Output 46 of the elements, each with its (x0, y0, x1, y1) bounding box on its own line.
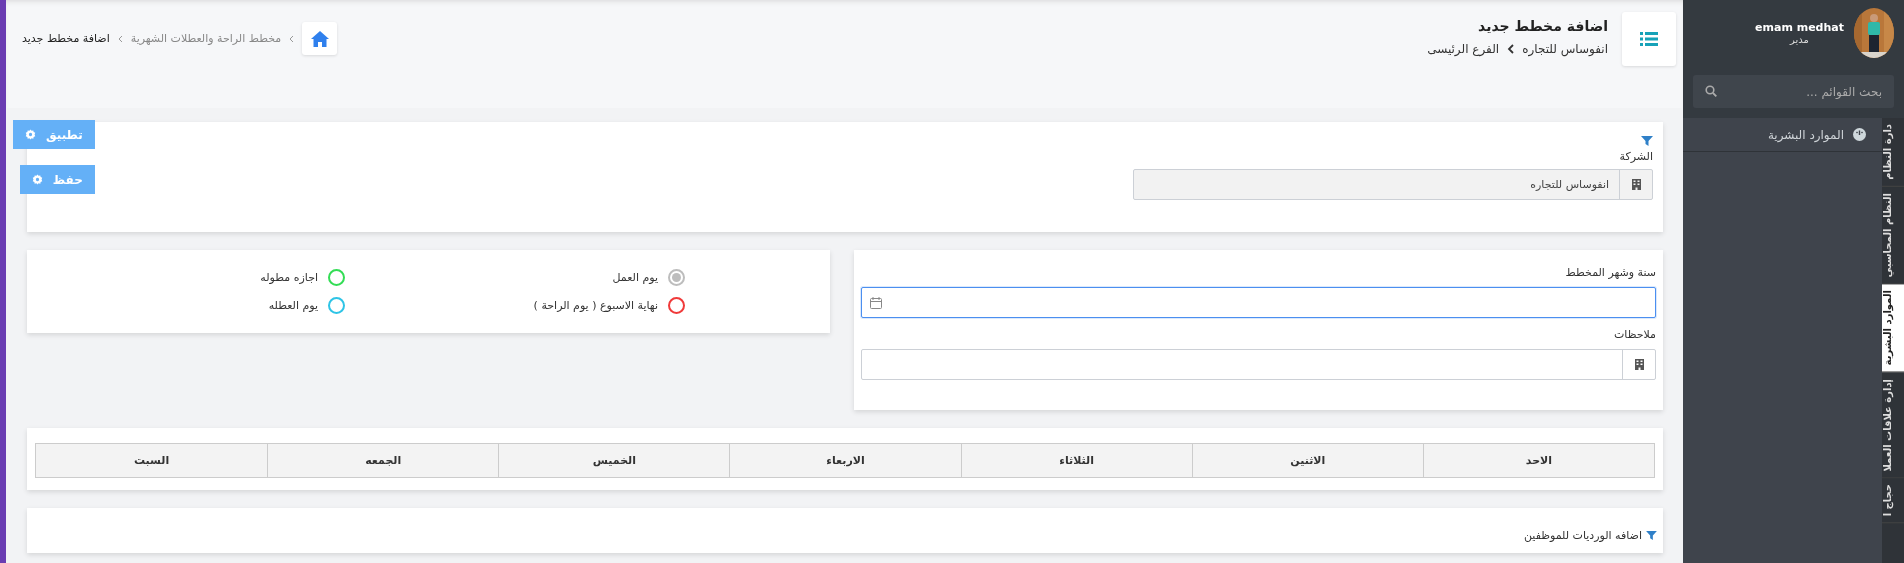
menu-button[interactable] (1622, 12, 1676, 66)
search-field[interactable]: بحث القوائم ... (1693, 75, 1894, 108)
breadcrumb-current: اضافة مخطط جديد (22, 32, 110, 45)
home-button[interactable] (302, 22, 338, 55)
column-header: الاربعاء (729, 444, 961, 477)
user-role: مدير (1790, 34, 1809, 45)
calendar-icon (870, 296, 882, 309)
column-header: الاحد (1422, 444, 1654, 477)
user-name: emam medhat (1755, 21, 1844, 34)
page-title: اضافة مخطط جديد (1477, 18, 1608, 34)
gauge-icon (1853, 128, 1866, 141)
gear-icon (31, 174, 43, 185)
legend-label: نهاية الاسبوع ( يوم الراحة ) (533, 299, 658, 312)
column-header: السبت (132, 453, 171, 469)
date-field[interactable] (861, 287, 1656, 318)
module-tab[interactable]: الموارد البشرية (1882, 284, 1904, 373)
menu-icon (1640, 32, 1658, 46)
legend-label: يوم العمل (612, 271, 658, 284)
column-header: الاثنين (1191, 444, 1423, 477)
chevron-icon (289, 34, 295, 43)
field-label: سنة وشهر المخطط (1565, 266, 1656, 279)
legend-label: يوم العطله (268, 299, 318, 312)
gear-icon (25, 129, 36, 140)
notes-field[interactable] (861, 349, 1656, 380)
search-icon (1705, 85, 1717, 97)
legend-radio[interactable] (668, 269, 685, 286)
legend-radio[interactable] (328, 269, 345, 286)
breadcrumb-item[interactable]: الفرع الرئيسى (1427, 42, 1500, 56)
home-icon (310, 30, 329, 47)
building-icon (1631, 179, 1641, 190)
filter-icon (1641, 136, 1653, 146)
chevron-icon (1507, 44, 1515, 54)
breadcrumb-item[interactable]: انفوساس للتجاره (1522, 42, 1608, 56)
building-icon (1634, 359, 1644, 370)
filter-icon (1646, 531, 1657, 540)
chevron-icon (117, 34, 123, 43)
menu-item[interactable]: الموارد البشرية (1683, 118, 1882, 152)
legend-label: اجازه مطوله (260, 271, 318, 284)
field-label: ملاحظات (1614, 328, 1656, 341)
section-title[interactable]: اضافه الورديات للموظفين (1524, 529, 1642, 542)
column-header: الخميس (498, 444, 730, 477)
column-header: الجمعه (267, 444, 499, 477)
field-label: الشركة (1619, 150, 1653, 163)
legend-radio[interactable] (328, 297, 345, 314)
column-header: الثلاثاء (960, 444, 1192, 477)
legend-radio[interactable] (668, 297, 685, 314)
